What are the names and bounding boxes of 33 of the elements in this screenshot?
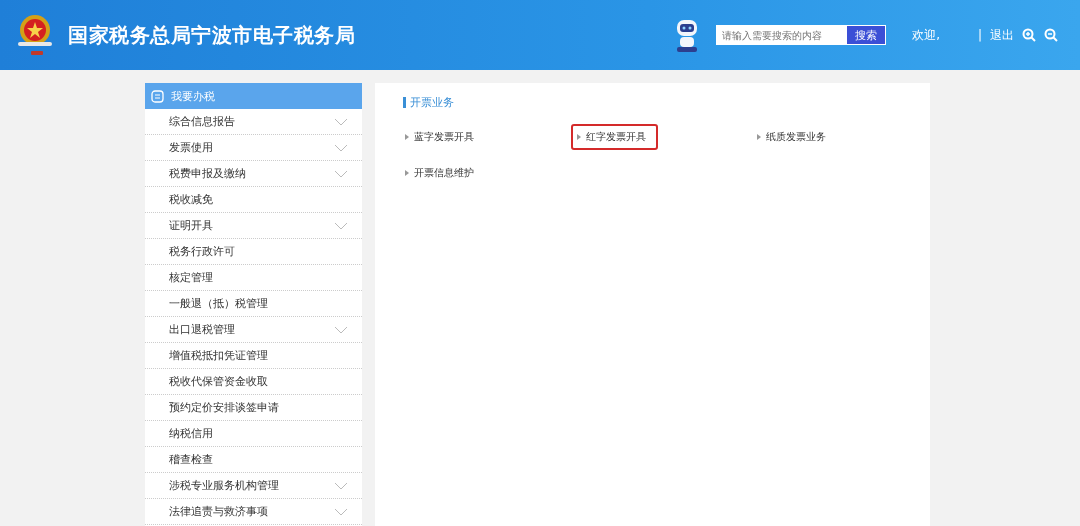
sidebar-item[interactable]: 出口退税管理 bbox=[145, 317, 362, 343]
sidebar-item[interactable]: 法律追责与救济事项 bbox=[145, 499, 362, 525]
invoice-link[interactable]: 红字发票开具 bbox=[571, 124, 658, 150]
separator-text: | bbox=[977, 28, 982, 42]
site-title: 国家税务总局宁波市电子税务局 bbox=[68, 21, 355, 49]
sidebar-item[interactable]: 综合信息报告 bbox=[145, 109, 362, 135]
bullet-icon bbox=[405, 134, 409, 140]
zoom-out-icon[interactable] bbox=[1044, 28, 1058, 42]
bullet-icon bbox=[757, 134, 761, 140]
sidebar-item[interactable]: 税务行政许可 bbox=[145, 239, 362, 265]
bullet-icon bbox=[577, 134, 581, 140]
sidebar-title: 我要办税 bbox=[171, 88, 215, 104]
sidebar-item[interactable]: 涉税专业服务机构管理 bbox=[145, 473, 362, 499]
invoice-link[interactable]: 纸质发票业务 bbox=[751, 124, 838, 150]
sidebar-item[interactable]: 核定管理 bbox=[145, 265, 362, 291]
sidebar-item[interactable]: 预约定价安排谈签申请 bbox=[145, 395, 362, 421]
sidebar-item[interactable]: 稽查检查 bbox=[145, 447, 362, 473]
sidebar-item[interactable]: 税费申报及缴纳 bbox=[145, 161, 362, 187]
bullet-icon bbox=[405, 170, 409, 176]
zoom-in-icon[interactable] bbox=[1022, 28, 1036, 42]
sidebar-item[interactable]: 税收减免 bbox=[145, 187, 362, 213]
sidebar-item[interactable]: 证明开具 bbox=[145, 213, 362, 239]
invoice-link[interactable]: 开票信息维护 bbox=[399, 160, 486, 186]
invoice-link[interactable]: 蓝字发票开具 bbox=[399, 124, 486, 150]
section-title: 开票业务 bbox=[403, 95, 902, 110]
welcome-text: 欢迎, bbox=[912, 26, 940, 44]
sidebar-item[interactable]: 发票使用 bbox=[145, 135, 362, 161]
sidebar-item[interactable]: 一般退（抵）税管理 bbox=[145, 291, 362, 317]
document-icon bbox=[151, 89, 164, 103]
search-button[interactable]: 搜索 bbox=[846, 25, 887, 45]
sidebar-item[interactable]: 增值税抵扣凭证管理 bbox=[145, 343, 362, 369]
sidebar-item[interactable]: 税收代保管资金收取 bbox=[145, 369, 362, 395]
sidebar-item[interactable]: 纳税信用 bbox=[145, 421, 362, 447]
